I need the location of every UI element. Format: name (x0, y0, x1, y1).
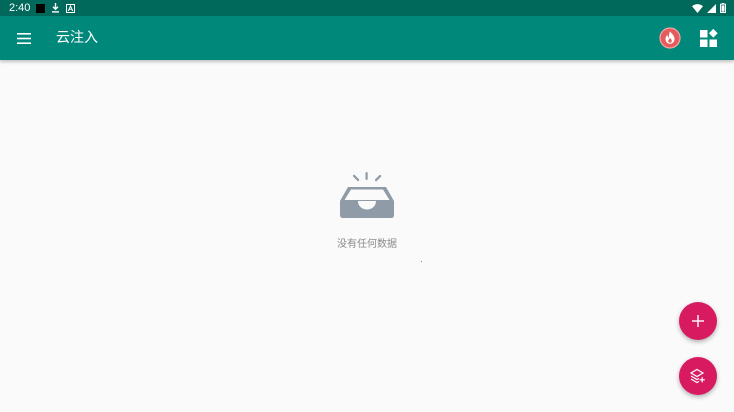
signal-icon (707, 3, 716, 13)
font-icon (66, 3, 76, 13)
menu-button[interactable] (12, 26, 36, 50)
add-button[interactable] (679, 302, 717, 340)
layers-add-icon (690, 368, 705, 384)
widgets-icon[interactable] (698, 27, 720, 49)
empty-inbox-icon (340, 172, 394, 218)
menu-icon (17, 32, 31, 44)
status-notifications (36, 3, 76, 13)
wifi-icon (692, 3, 703, 13)
status-system-icons (692, 0, 726, 16)
download-icon (52, 3, 60, 13)
empty-state: 没有任何数据 (0, 60, 734, 412)
battery-icon (720, 3, 726, 13)
empty-message: 没有任何数据 (337, 239, 397, 250)
app-screen: 2:40 云注入 没有任何数据 (0, 0, 734, 412)
fire-icon[interactable] (659, 27, 681, 49)
status-time: 2:40 (9, 2, 31, 14)
page-title: 云注入 (56, 30, 98, 46)
status-bar: 2:40 (0, 0, 734, 16)
app-bar: 云注入 (0, 16, 734, 60)
add-icon (692, 315, 704, 327)
notification-black-icon (36, 3, 46, 13)
decorative-dot (421, 261, 422, 262)
layers-add-button[interactable] (679, 357, 717, 395)
